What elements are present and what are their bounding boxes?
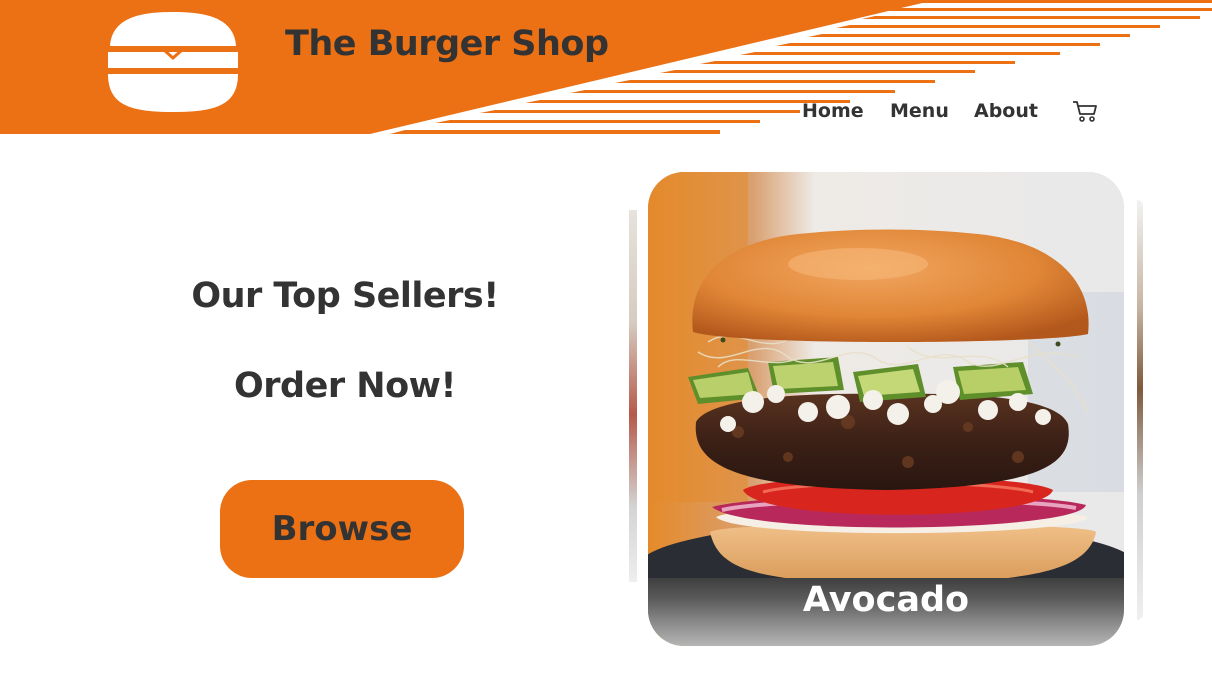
carousel-card[interactable]: Avocado xyxy=(648,172,1124,646)
brand-name[interactable]: The Burger Shop xyxy=(285,24,609,64)
headline-order-now: Order Now! xyxy=(234,366,456,406)
cart-icon[interactable] xyxy=(1071,99,1099,123)
site-header: The Burger Shop Home Menu About xyxy=(0,0,1212,134)
carousel-next-card[interactable] xyxy=(1137,200,1143,620)
carousel-prev-card[interactable] xyxy=(629,210,637,582)
nav-menu[interactable]: Menu xyxy=(890,100,949,122)
avocado-burger-photo xyxy=(648,172,1124,646)
headline-top-sellers: Our Top Sellers! xyxy=(191,276,499,316)
nav-home[interactable]: Home xyxy=(802,100,864,122)
nav-about[interactable]: About xyxy=(974,100,1038,122)
browse-button[interactable]: Browse xyxy=(220,480,464,578)
burger-icon[interactable] xyxy=(104,10,242,114)
card-label: Avocado xyxy=(802,580,970,620)
